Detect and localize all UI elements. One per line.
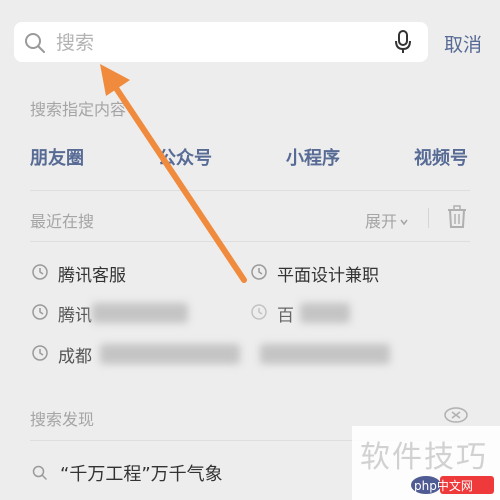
watermark-text: 软件技巧 bbox=[360, 440, 488, 475]
php-logo-text: php中文网 bbox=[414, 479, 473, 493]
annotation-arrow bbox=[100, 64, 247, 283]
